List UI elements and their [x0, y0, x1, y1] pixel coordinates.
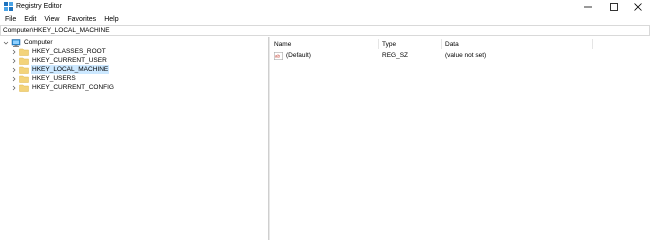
- tree-node-hkey-current-user[interactable]: HKEY_CURRENT_USER: [10, 56, 108, 65]
- tree-label-hkey-current-user: HKEY_CURRENT_USER: [32, 57, 107, 64]
- tree-node-computer[interactable]: Computer: [2, 38, 54, 47]
- menu-help[interactable]: Help: [103, 15, 119, 25]
- minimize-button[interactable]: [574, 0, 602, 14]
- key-tree-pane[interactable]: Computer HKEY_CLASSES_ROOT HKEY_CURRENT_…: [0, 37, 268, 240]
- address-input[interactable]: [1, 26, 649, 35]
- tree-label-hkey-local-machine: HKEY_LOCAL_MACHINE: [31, 65, 110, 74]
- tree-label-computer: Computer: [24, 39, 53, 46]
- menu-bar: File Edit View Favorites Help: [0, 14, 650, 25]
- chevron-right-icon: [12, 49, 15, 54]
- folder-icon: [19, 48, 29, 56]
- tree-node-hkey-users[interactable]: HKEY_USERS: [10, 74, 77, 83]
- tree-node-hkey-current-config[interactable]: HKEY_CURRENT_CONFIG: [10, 83, 115, 92]
- registry-editor-app-icon: [4, 2, 13, 11]
- menu-file[interactable]: File: [4, 15, 17, 25]
- svg-text:ab: ab: [275, 53, 281, 58]
- chevron-right-icon: [12, 76, 15, 81]
- value-type: REG_SZ: [382, 52, 409, 59]
- string-value-icon: ab: [274, 51, 283, 60]
- maximize-icon: [610, 3, 618, 11]
- title-bar[interactable]: Registry Editor: [0, 0, 650, 14]
- tree-collapsed-chevron[interactable]: [10, 74, 17, 83]
- tree-node-hkey-classes-root[interactable]: HKEY_CLASSES_ROOT: [10, 47, 107, 56]
- close-button[interactable]: [624, 0, 650, 14]
- column-header-name[interactable]: Name: [274, 40, 291, 49]
- chevron-down-icon: [3, 41, 8, 44]
- column-header-data[interactable]: Data: [445, 40, 459, 49]
- folder-icon: [19, 84, 29, 92]
- column-header-type[interactable]: Type: [382, 40, 396, 49]
- folder-icon: [19, 66, 29, 74]
- value-data: (value not set): [445, 52, 487, 59]
- close-icon: [634, 3, 642, 11]
- window-title: Registry Editor: [16, 3, 62, 10]
- folder-icon: [19, 75, 29, 83]
- tree-collapsed-chevron[interactable]: [10, 47, 17, 56]
- tree-expanded-chevron[interactable]: [2, 38, 9, 47]
- address-bar: [0, 25, 650, 36]
- chevron-right-icon: [12, 58, 15, 63]
- menu-favorites[interactable]: Favorites: [66, 15, 97, 25]
- tree-label-hkey-current-config: HKEY_CURRENT_CONFIG: [32, 84, 114, 91]
- folder-icon: [19, 57, 29, 65]
- tree-collapsed-chevron[interactable]: [10, 56, 17, 65]
- column-divider[interactable]: [378, 39, 379, 49]
- chevron-right-icon: [12, 67, 15, 72]
- tree-label-hkey-users: HKEY_USERS: [32, 75, 76, 82]
- value-row[interactable]: ab (Default): [274, 51, 312, 60]
- menu-edit[interactable]: Edit: [23, 15, 37, 25]
- column-divider[interactable]: [592, 39, 593, 49]
- tree-collapsed-chevron[interactable]: [10, 83, 17, 92]
- tree-node-hkey-local-machine[interactable]: HKEY_LOCAL_MACHINE: [10, 65, 110, 74]
- values-list-pane[interactable]: Name Type Data ab (Default) REG_SZ (valu…: [270, 37, 650, 240]
- menu-view[interactable]: View: [43, 15, 60, 25]
- tree-label-hkey-classes-root: HKEY_CLASSES_ROOT: [32, 48, 106, 55]
- column-divider[interactable]: [441, 39, 442, 49]
- tree-collapsed-chevron[interactable]: [10, 65, 17, 74]
- minimize-icon: [584, 6, 592, 8]
- value-name: (Default): [286, 52, 311, 59]
- chevron-right-icon: [12, 85, 15, 90]
- computer-icon: [11, 38, 21, 47]
